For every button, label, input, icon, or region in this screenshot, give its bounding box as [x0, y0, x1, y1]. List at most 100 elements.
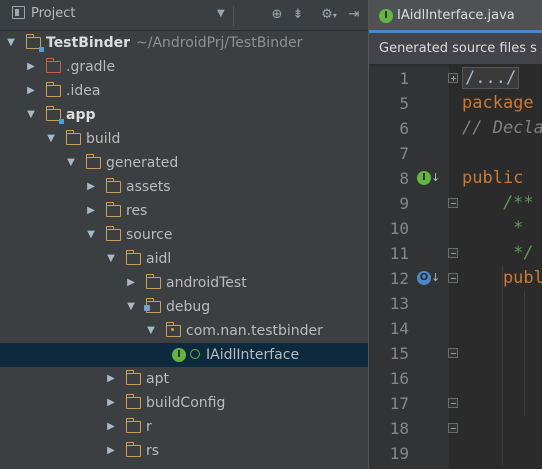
folder-icon — [125, 418, 141, 433]
code-line: */ — [462, 241, 534, 266]
tree-item-label: IAidlInterface — [206, 347, 300, 363]
tree-item-r[interactable]: ▶ r — [0, 415, 368, 439]
module-folder-icon — [45, 106, 64, 124]
collapse-fold-icon[interactable] — [448, 273, 458, 283]
project-view-selector[interactable]: Project — [12, 6, 75, 21]
overriding-marker-icon[interactable]: O — [417, 271, 431, 285]
indent-guide — [502, 266, 503, 466]
tree-item-label: buildConfig — [146, 395, 226, 411]
tree-item-label: assets — [126, 179, 171, 195]
tree-item-testbinder[interactable]: ▼ TestBinder ~/AndroidPrj/TestBinder — [0, 31, 368, 55]
tree-item-label: apt — [146, 371, 169, 387]
interface-icon: I — [379, 9, 393, 23]
folder-icon — [125, 370, 141, 385]
collapse-fold-icon[interactable] — [448, 423, 458, 433]
code-token: */ — [462, 243, 534, 263]
line-number: 8 — [399, 169, 409, 188]
chevron-down-icon[interactable]: ▼ — [66, 151, 76, 175]
tree-item-gradle[interactable]: ▶ .gradle — [0, 55, 368, 79]
line-number: 10 — [389, 219, 409, 238]
indent-guide — [524, 291, 525, 416]
tree-item-aidl[interactable]: ▼ aidl — [0, 247, 368, 271]
collapse-fold-icon[interactable] — [448, 198, 458, 208]
folder-icon — [45, 82, 61, 97]
arrow-down-icon: ↓ — [431, 171, 441, 184]
tree-item-label: .idea — [66, 83, 101, 99]
chevron-down-icon[interactable]: ▼ — [126, 295, 136, 319]
collapsed-region[interactable]: /.../ — [462, 67, 520, 89]
line-number: 9 — [399, 194, 409, 213]
project-path: ~/AndroidPrj/TestBinder — [136, 35, 303, 51]
expand-fold-icon[interactable] — [448, 73, 458, 83]
tree-item-source[interactable]: ▼ source — [0, 223, 368, 247]
line-number: 18 — [389, 419, 409, 438]
chevron-down-icon[interactable]: ▼ — [146, 319, 156, 343]
editor-pane: I IAidlInterface.java Generated source f… — [368, 0, 542, 469]
code-token: /** — [462, 193, 542, 213]
chevron-right-icon[interactable]: ▶ — [86, 199, 96, 223]
chevron-right-icon[interactable]: ▶ — [26, 79, 36, 103]
hide-icon[interactable]: ⇥ — [346, 5, 362, 25]
tree-item-label: debug — [166, 299, 211, 315]
tree-item-app[interactable]: ▼ app — [0, 103, 368, 127]
tree-item-idea[interactable]: ▶ .idea — [0, 79, 368, 103]
folder-icon — [105, 202, 121, 217]
chevron-down-icon[interactable]: ▼ — [46, 127, 56, 151]
chevron-down-icon[interactable]: ▼ — [6, 31, 16, 55]
line-number: 14 — [389, 319, 409, 338]
tree-item-label: .gradle — [66, 59, 116, 75]
collapse-fold-icon[interactable] — [448, 348, 458, 358]
tree-item-res[interactable]: ▶ res — [0, 199, 368, 223]
tree-item-generated[interactable]: ▼ generated — [0, 151, 368, 175]
line-number: 15 — [389, 344, 409, 363]
chevron-down-icon[interactable]: ▼ — [26, 103, 36, 127]
line-number: 17 — [389, 394, 409, 413]
tree-item-label: com.nan.testbinder — [186, 323, 323, 339]
header-divider — [233, 6, 234, 26]
target-icon[interactable]: ⊕ — [268, 5, 286, 25]
tree-item-rs[interactable]: ▶ rs — [0, 439, 368, 463]
tree-item-assets[interactable]: ▶ assets — [0, 175, 368, 199]
chevron-right-icon[interactable]: ▶ — [106, 415, 116, 439]
line-number: 1 — [399, 69, 409, 88]
code-line: /.../ — [462, 66, 520, 91]
line-number: 13 — [389, 294, 409, 313]
collapse-fold-icon[interactable] — [448, 398, 458, 408]
chevron-down-icon[interactable]: ▼ — [106, 247, 116, 271]
line-number: 7 — [399, 144, 409, 163]
gear-icon[interactable]: ⚙▾ — [318, 5, 340, 25]
tree-item-androidtest[interactable]: ▶ androidTest — [0, 271, 368, 295]
tree-item-build[interactable]: ▼ build — [0, 127, 368, 151]
tab-iaidlinterface[interactable]: I IAidlInterface.java — [369, 0, 542, 33]
chevron-right-icon[interactable]: ▶ — [26, 55, 36, 79]
chevron-down-icon[interactable]: ▼ — [86, 223, 96, 247]
generated-source-banner: Generated source files s — [369, 33, 542, 65]
access-icon — [190, 349, 200, 359]
line-number: 11 — [389, 244, 409, 263]
excluded-folder-icon — [45, 58, 61, 73]
chevron-right-icon[interactable]: ▶ — [106, 391, 116, 415]
chevron-down-icon[interactable]: ▼ — [217, 8, 225, 19]
tree-item-apt[interactable]: ▶ apt — [0, 367, 368, 391]
tab-label: IAidlInterface.java — [397, 8, 515, 23]
folder-icon — [125, 442, 141, 457]
tree-item-buildconfig[interactable]: ▶ buildConfig — [0, 391, 368, 415]
tree-item-com-nan-testbinder[interactable]: ▼ com.nan.testbinder — [0, 319, 368, 343]
code-line: * — [462, 216, 534, 241]
chevron-right-icon[interactable]: ▶ — [106, 367, 116, 391]
code-token: package — [462, 93, 534, 113]
tree-item-label: generated — [106, 155, 179, 171]
tree-item-iaidlinterface[interactable]: I IAidlInterface — [0, 343, 368, 367]
project-title: Project — [31, 6, 76, 21]
collapse-all-icon[interactable]: ⇟ — [289, 5, 307, 25]
chevron-right-icon[interactable]: ▶ — [106, 439, 116, 463]
line-number: 16 — [389, 369, 409, 388]
editor-tab-bar: I IAidlInterface.java — [369, 0, 542, 33]
line-number: 5 — [399, 94, 409, 113]
chevron-right-icon[interactable]: ▶ — [86, 175, 96, 199]
chevron-right-icon[interactable]: ▶ — [126, 271, 136, 295]
collapse-fold-icon[interactable] — [448, 248, 458, 258]
tree-item-debug[interactable]: ▼ debug — [0, 295, 368, 319]
project-panel: Project ▼ ⊕ ⇟ ⚙▾ ⇥ ▼ TestBinder ~/AndroidP… — [0, 0, 368, 469]
implemented-marker-icon[interactable]: I — [417, 171, 431, 185]
